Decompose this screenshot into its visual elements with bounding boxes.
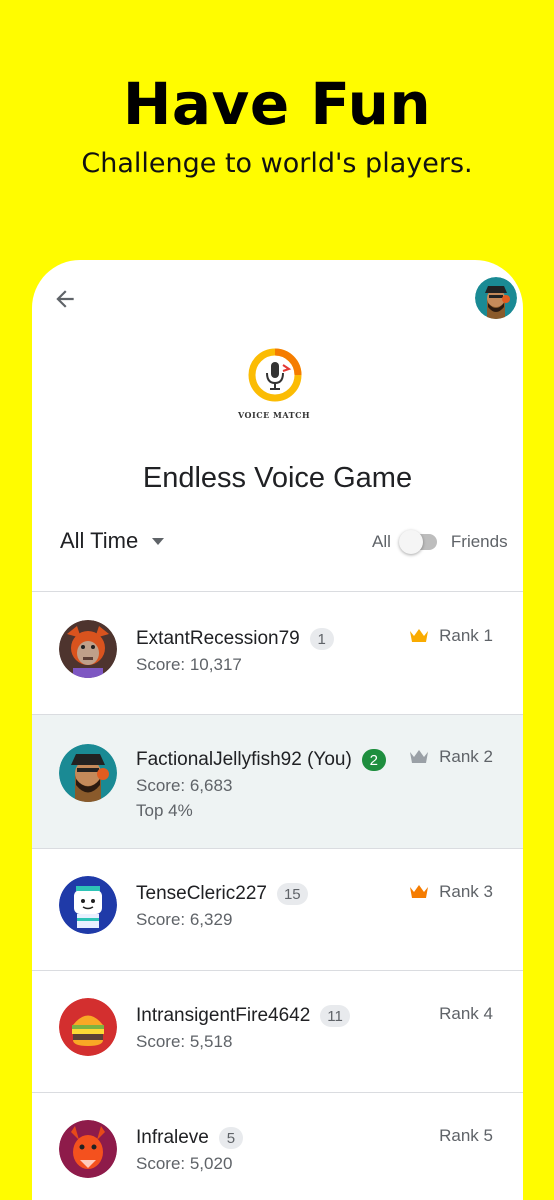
player-name: TenseCleric227 [136, 883, 267, 904]
app-logo [245, 345, 305, 420]
player-name-line: ExtantRecession79 1 [136, 628, 334, 650]
time-filter-label: All Time [60, 528, 139, 553]
arrow-back-icon [56, 290, 74, 308]
player-level-badge: 15 [276, 883, 308, 905]
dragon-avatar [59, 1120, 117, 1178]
rank-label: Rank 5 [439, 1126, 493, 1145]
player-score: Score: 10,317 [136, 655, 242, 674]
promo-title: Have Fun [122, 70, 432, 138]
player-name: Infraleve [136, 1127, 209, 1148]
player-top-percent: Top 4% [136, 801, 193, 820]
leaderboard-row[interactable]: IntransigentFire4642 11 Score: 5,518 Ran… [32, 971, 523, 1092]
player-rank: Rank 2 [409, 747, 493, 767]
toggle-knob [398, 530, 423, 554]
player-score: Score: 6,683 [136, 776, 233, 795]
leaderboard-row[interactable]: Infraleve 5 Score: 5,020 Rank 5 [32, 1093, 523, 1200]
player-level-badge: 11 [320, 1005, 350, 1027]
player-score: Score: 5,020 [136, 1154, 233, 1173]
robot-avatar [59, 876, 117, 934]
burger-avatar [59, 998, 117, 1056]
dropdown-caret-icon [152, 537, 165, 545]
promo-subtitle: Challenge to world's players. [81, 148, 473, 179]
player-name-line: Infraleve 5 [136, 1127, 243, 1149]
rank-label: Rank 2 [439, 747, 493, 766]
player-name: ExtantRecession79 [136, 628, 300, 649]
all-friends-toggle[interactable] [398, 530, 437, 554]
pirate-avatar [59, 744, 117, 802]
player-name: FactionalJellyfish92 (You) [136, 749, 352, 770]
player-name-line: FactionalJellyfish92 (You) 2 [136, 749, 386, 771]
player-rank: Rank 1 [409, 626, 493, 646]
player-level-badge: 5 [218, 1127, 243, 1149]
time-filter-dropdown[interactable]: All Time [60, 528, 165, 554]
logo-text: VOICE MATCH [237, 410, 311, 420]
all-friends-toggle-group: All Friends [372, 530, 508, 554]
back-button[interactable] [52, 286, 78, 312]
player-level-badge: 2 [361, 749, 386, 771]
rank-label: Rank 3 [439, 882, 493, 901]
pirate-avatar-icon [475, 277, 517, 319]
silver-crown-icon [410, 750, 429, 763]
player-score: Score: 6,329 [136, 910, 233, 929]
phone-screen: VOICE MATCH Endless Voice Game All Time … [32, 260, 523, 1200]
leaderboard-row[interactable]: ExtantRecession79 1 Score: 10,317 Rank 1 [32, 592, 523, 714]
player-name-line: TenseCleric227 15 [136, 883, 308, 905]
player-name: IntransigentFire4642 [136, 1005, 311, 1026]
player-level-badge: 1 [309, 628, 334, 650]
rank-label: Rank 1 [439, 626, 493, 645]
leaderboard-row-you[interactable]: FactionalJellyfish92 (You) 2 Score: 6,68… [32, 715, 523, 848]
microphone-icon [248, 348, 302, 402]
rank-label: Rank 4 [439, 1004, 493, 1023]
player-rank: Rank 3 [409, 882, 493, 902]
player-name-line: IntransigentFire4642 11 [136, 1005, 350, 1027]
player-rank: Rank 5 [439, 1126, 493, 1146]
gold-crown-icon [410, 629, 429, 642]
bronze-crown-icon [410, 885, 429, 898]
toggle-label-friends[interactable]: Friends [451, 532, 508, 552]
orange-wolf-avatar [59, 620, 117, 678]
toggle-label-all[interactable]: All [372, 532, 391, 552]
player-score: Score: 5,518 [136, 1032, 233, 1051]
game-title: Endless Voice Game [142, 462, 413, 494]
player-rank: Rank 4 [439, 1004, 493, 1024]
leaderboard-row[interactable]: TenseCleric227 15 Score: 6,329 Rank 3 [32, 849, 523, 970]
profile-avatar[interactable] [475, 277, 517, 319]
